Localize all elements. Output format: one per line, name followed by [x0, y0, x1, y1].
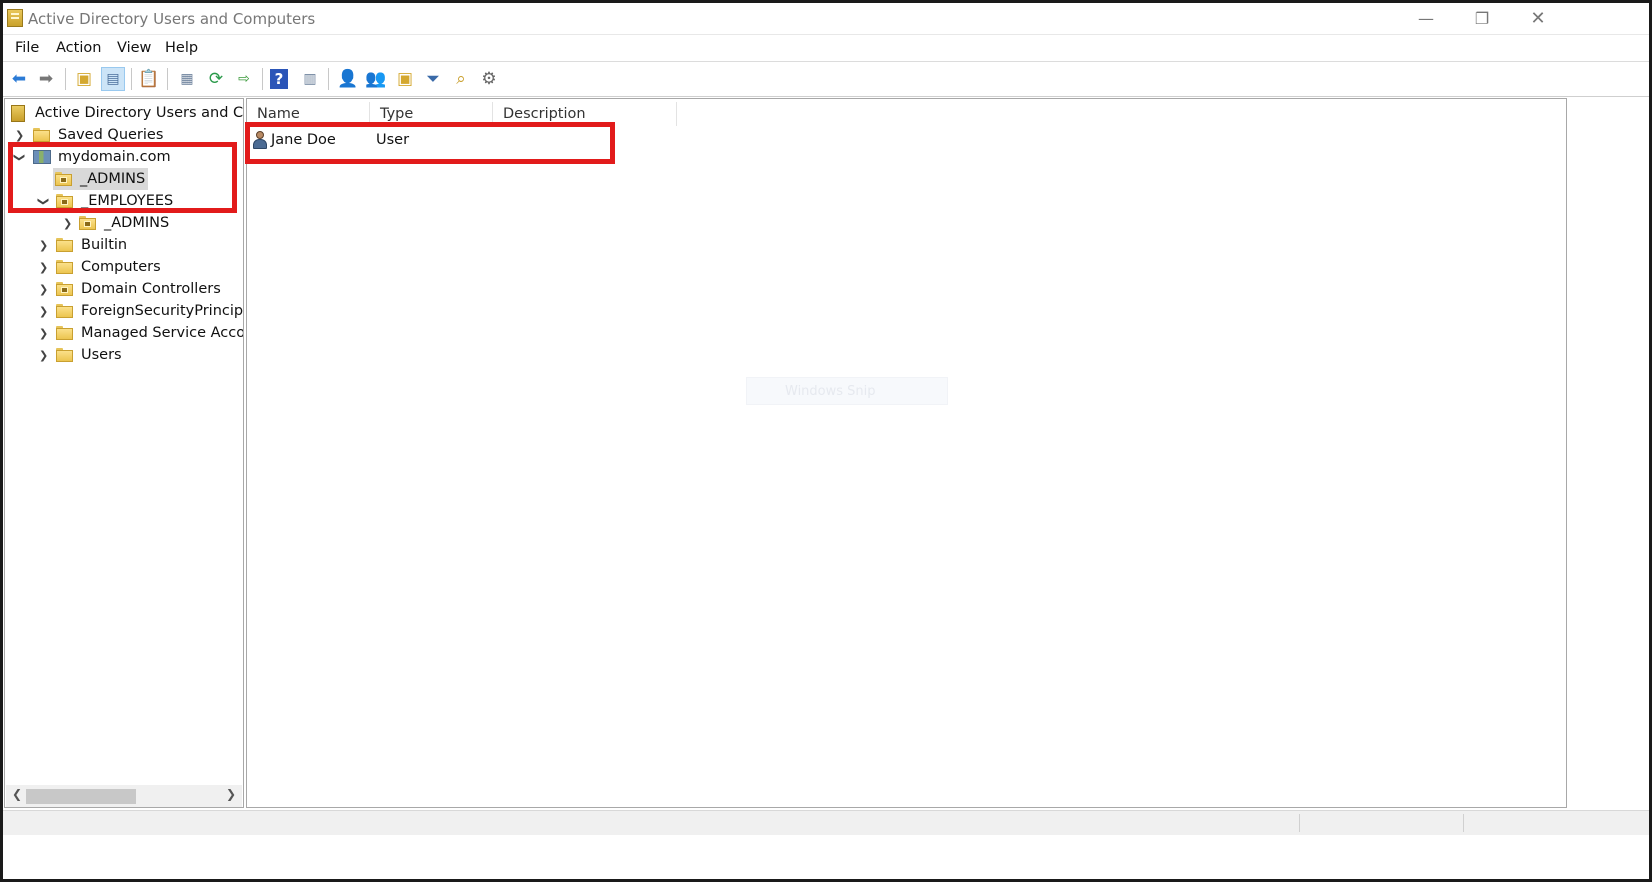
tree-item-label: _ADMINS — [104, 215, 170, 231]
new-ou-icon[interactable]: ▣ — [393, 67, 417, 91]
export-list-icon[interactable]: ⇨ — [232, 67, 256, 91]
back-icon[interactable]: ⬅ — [7, 67, 31, 91]
scroll-left-icon[interactable]: ❮ — [12, 787, 22, 801]
toolbar-separator — [328, 68, 329, 90]
tree-item-users[interactable]: ❯ Users — [39, 344, 122, 366]
tree-item-foreign-security-principals[interactable]: ❯ ForeignSecurityPrincipals — [39, 300, 244, 322]
folder-icon — [56, 260, 73, 274]
help-icon[interactable]: ? — [270, 69, 288, 89]
status-separator — [1299, 814, 1300, 832]
minimize-button[interactable]: — — [1398, 3, 1454, 34]
tree-item-managed-service-accounts[interactable]: ❯ Managed Service Accoun — [39, 322, 243, 344]
ad-root-icon — [11, 104, 25, 122]
up-folder-icon[interactable]: ▣ — [72, 67, 96, 91]
folder-icon — [56, 348, 73, 362]
tree-item-label: Saved Queries — [58, 127, 164, 143]
menu-action[interactable]: Action — [56, 40, 101, 56]
chevron-right-icon[interactable]: ❯ — [39, 349, 48, 362]
tree-item-domain-controllers[interactable]: ❯ Domain Controllers — [39, 278, 221, 300]
tree-item-label: Domain Controllers — [81, 281, 221, 297]
tree-item-label: ForeignSecurityPrincipals — [81, 303, 244, 319]
highlight-box-tree — [8, 142, 237, 213]
snip-overlay: Windows Snip — [746, 377, 948, 405]
window-title: Active Directory Users and Computers — [28, 10, 316, 28]
properties-icon[interactable]: ▦ — [175, 67, 199, 91]
toolbar-separator — [65, 68, 66, 90]
chevron-right-icon[interactable]: ❯ — [39, 239, 48, 252]
chevron-right-icon[interactable]: ❯ — [39, 261, 48, 274]
tree-item-employees-admins[interactable]: ❯ _ADMINS — [63, 212, 170, 234]
toggle-pane-icon[interactable]: ▥ — [298, 67, 322, 91]
toolbar-separator — [167, 68, 168, 90]
ou-folder-icon — [79, 216, 96, 230]
toolbar-separator — [262, 68, 263, 90]
tree-item-label: Managed Service Accoun — [81, 325, 243, 341]
chevron-right-icon[interactable]: ❯ — [63, 217, 72, 230]
delegate-icon[interactable]: ⚙ — [477, 67, 501, 91]
tree-item-label: Builtin — [81, 237, 128, 253]
tree-item-builtin[interactable]: ❯ Builtin — [39, 234, 128, 256]
folder-icon — [33, 128, 50, 142]
folder-icon — [56, 304, 73, 318]
chevron-right-icon[interactable]: ❯ — [39, 283, 48, 296]
highlight-box-list — [245, 122, 615, 164]
refresh-icon[interactable]: ⟳ — [204, 67, 228, 91]
show-hide-console-tree-icon[interactable]: ▤ — [101, 67, 125, 91]
chevron-right-icon[interactable]: ❯ — [15, 129, 24, 142]
scroll-thumb[interactable] — [26, 789, 136, 804]
restore-button[interactable]: ❐ — [1454, 3, 1510, 34]
folder-icon — [56, 238, 73, 252]
tree-item-computers[interactable]: ❯ Computers — [39, 256, 161, 278]
forward-icon[interactable]: ➡ — [34, 67, 58, 91]
ou-folder-icon — [56, 282, 73, 296]
tree-item-label: Computers — [81, 259, 161, 275]
ad-app-icon — [7, 9, 23, 27]
menu-help[interactable]: Help — [165, 40, 198, 56]
tree-item-label: Users — [81, 347, 122, 363]
details-pane[interactable]: Name Type Description Jane Doe User — [246, 98, 1567, 808]
new-user-icon[interactable]: 👤 — [336, 67, 360, 91]
folder-icon — [56, 326, 73, 340]
tree-root-label: Active Directory Users and Comp — [35, 105, 244, 121]
tree-horizontal-scrollbar[interactable]: ❮ ❯ — [6, 785, 242, 807]
status-separator — [1463, 814, 1464, 832]
close-button[interactable]: ✕ — [1510, 3, 1566, 34]
chevron-right-icon[interactable]: ❯ — [39, 327, 48, 340]
status-bar — [3, 810, 1649, 835]
find-icon[interactable]: ⌕ — [449, 67, 473, 91]
chevron-right-icon[interactable]: ❯ — [39, 305, 48, 318]
filter-icon[interactable]: ⏷ — [421, 67, 445, 91]
toolbar: ⬅ ➡ ▣ ▤ 📋 ▦ ⟳ ⇨ ? ▥ 👤 👥 ▣ ⏷ ⌕ ⚙ — [3, 61, 1649, 97]
tree-root[interactable]: Active Directory Users and Comp — [11, 102, 244, 124]
title-bar: Active Directory Users and Computers — ❐… — [3, 3, 1649, 34]
app-window: Active Directory Users and Computers — ❐… — [3, 3, 1649, 879]
menu-file[interactable]: File — [15, 40, 39, 56]
menu-view[interactable]: View — [117, 40, 151, 56]
new-group-icon[interactable]: 👥 — [364, 67, 388, 91]
scroll-right-icon[interactable]: ❯ — [226, 787, 236, 801]
toolbar-separator — [131, 68, 132, 90]
clipboard-icon[interactable]: 📋 — [137, 67, 161, 91]
menu-bar: File Action View Help — [3, 34, 1649, 61]
